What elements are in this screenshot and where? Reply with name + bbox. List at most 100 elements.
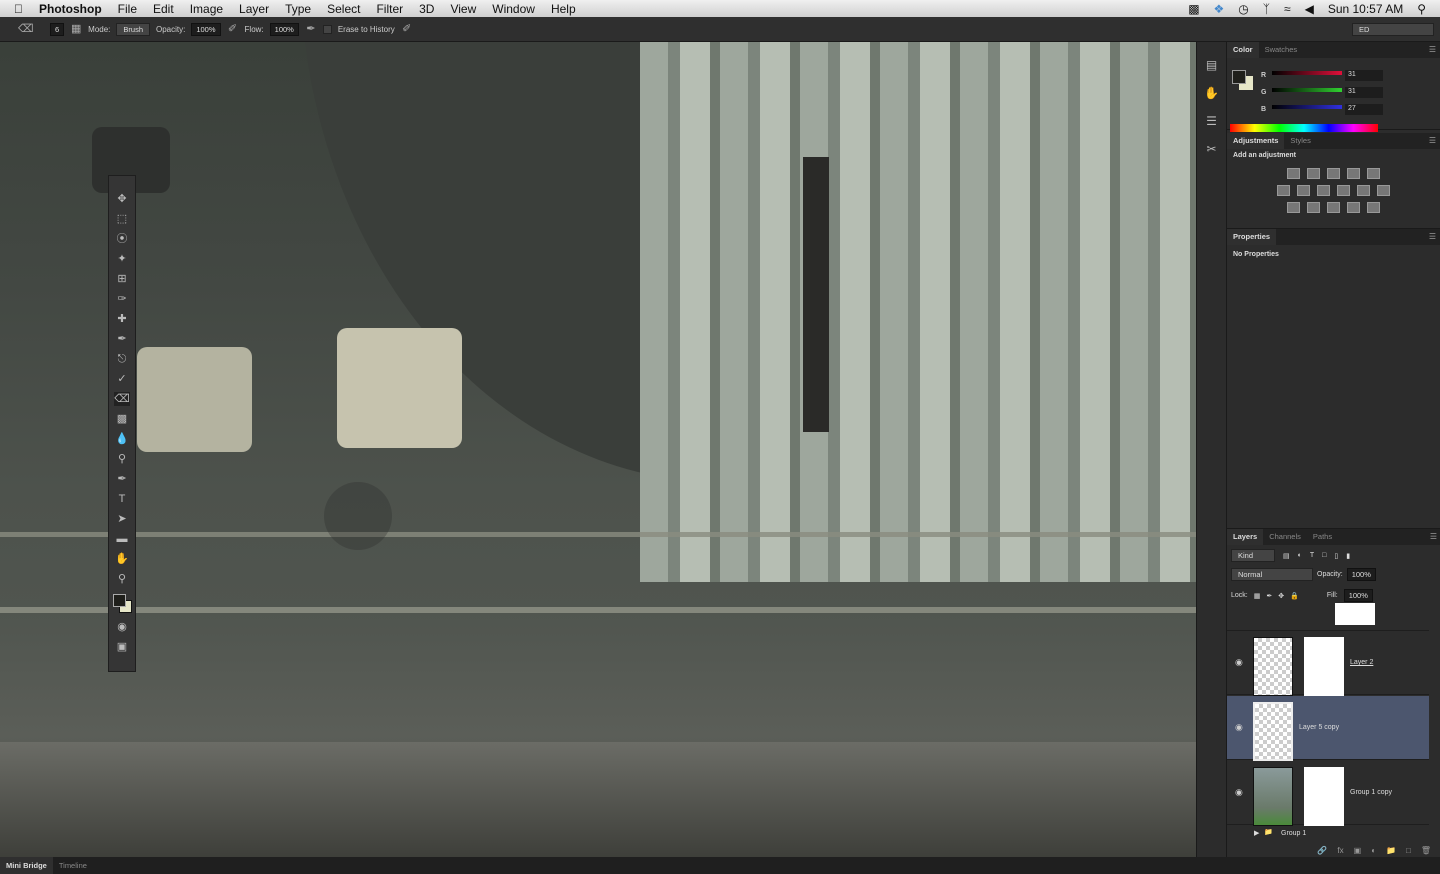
hue-saturation-icon[interactable] (1277, 185, 1290, 196)
brush-presets-icon[interactable]: ☰ (1203, 114, 1221, 132)
erase-history-checkbox[interactable] (322, 24, 332, 34)
bluetooth-icon[interactable]: ᛉ (1263, 2, 1270, 16)
marquee-tool-icon[interactable]: ⬚ (114, 212, 130, 226)
visibility-eye-icon[interactable]: ◉ (1235, 787, 1243, 798)
apple-icon[interactable]:  (0, 2, 31, 16)
eraser-tool-icon[interactable]: ⌫ (114, 392, 130, 406)
fill-input[interactable]: 100% (1343, 589, 1373, 602)
delete-layer-icon[interactable]: 🗑 (1421, 846, 1431, 855)
lock-pixels-icon[interactable]: ✒ (1266, 592, 1272, 600)
tool-presets-icon[interactable]: ✂ (1203, 142, 1221, 160)
menu-image[interactable]: Image (182, 2, 231, 16)
dodge-tool-icon[interactable]: ⚲ (114, 452, 130, 466)
visibility-eye-icon[interactable]: ◉ (1235, 657, 1243, 668)
menu-view[interactable]: View (442, 2, 484, 16)
filter-type-icon[interactable]: T (1310, 552, 1314, 559)
new-adjustment-icon[interactable]: ◐ (1371, 846, 1376, 855)
blur-tool-icon[interactable]: 💧 (114, 432, 130, 446)
layer-name[interactable]: Layer 5 copy (1299, 724, 1339, 731)
zoom-tool-icon[interactable]: ⚲ (114, 572, 130, 586)
panel-menu-icon[interactable]: ☰ (1430, 532, 1437, 541)
gradient-tool-icon[interactable]: ▩ (114, 412, 130, 426)
lock-position-icon[interactable]: ✥ (1278, 592, 1284, 600)
healing-brush-tool-icon[interactable]: ✚ (114, 312, 130, 326)
panel-menu-icon[interactable]: ☰ (1429, 232, 1436, 241)
opacity-input[interactable]: 100% (191, 22, 221, 36)
tab-adjustments[interactable]: Adjustments (1227, 133, 1285, 149)
tab-layers[interactable]: Layers (1227, 529, 1264, 545)
selective-color-icon[interactable] (1347, 202, 1360, 213)
panel-menu-icon[interactable]: ☰ (1429, 45, 1436, 54)
color-lookup-icon[interactable] (1377, 185, 1390, 196)
layer-name[interactable]: Layer 2 (1350, 659, 1373, 666)
r-slider[interactable] (1272, 71, 1342, 75)
fg-color-chip[interactable] (1232, 70, 1246, 84)
filter-toggle[interactable]: ▮ (1346, 552, 1350, 560)
menu-edit[interactable]: Edit (145, 2, 182, 16)
filter-smart-icon[interactable]: ▯ (1334, 552, 1338, 560)
vibrance-icon[interactable] (1367, 168, 1380, 179)
pressure-opacity-icon[interactable]: ✐ (227, 23, 239, 35)
flow-input[interactable]: 100% (269, 22, 299, 36)
brightness-icon[interactable] (1287, 168, 1300, 179)
color-balance-icon[interactable] (1297, 185, 1310, 196)
layer-row-selected[interactable]: ◉ Layer 5 copy (1227, 696, 1429, 761)
posterize-icon[interactable] (1307, 202, 1320, 213)
type-tool-icon[interactable]: T (114, 492, 130, 506)
b-slider[interactable] (1272, 105, 1342, 109)
tab-timeline[interactable]: Timeline (53, 857, 93, 874)
color-spectrum[interactable] (1230, 124, 1378, 132)
layer-filter-kind[interactable]: Kind (1231, 549, 1275, 562)
group-row[interactable]: ▶ 📁 Group 1 (1227, 826, 1429, 841)
airbrush-icon[interactable]: ✒ (305, 23, 317, 35)
layer-row[interactable]: ◉ Group 1 copy (1227, 761, 1429, 826)
path-selection-tool-icon[interactable]: ➤ (114, 512, 130, 526)
actions-icon[interactable]: ✋ (1203, 86, 1221, 104)
camera-icon[interactable]: ▩ (1188, 2, 1199, 16)
menu-type[interactable]: Type (277, 2, 319, 16)
layer-opacity-input[interactable]: 100% (1346, 568, 1376, 581)
filter-pixel-icon[interactable]: ▤ (1283, 552, 1290, 560)
b-input[interactable]: 27 (1345, 104, 1383, 115)
layer-name[interactable]: Group 1 copy (1350, 789, 1392, 796)
menu-window[interactable]: Window (484, 2, 543, 16)
g-input[interactable]: 31 (1345, 87, 1383, 98)
layer-row[interactable]: ◉ Layer 2 (1227, 631, 1429, 696)
tab-styles[interactable]: Styles (1284, 133, 1316, 149)
visibility-eye-icon[interactable]: ◉ (1235, 722, 1243, 733)
brush-panel-icon[interactable]: ▦ (70, 23, 82, 35)
photo-filter-icon[interactable] (1337, 185, 1350, 196)
panel-menu-icon[interactable]: ☰ (1429, 136, 1436, 145)
new-group-icon[interactable]: 📁 (1386, 846, 1396, 855)
history-brush-tool-icon[interactable]: ✓ (114, 372, 130, 386)
brush-size-picker[interactable]: 6 (50, 22, 65, 36)
link-layers-icon[interactable]: 🔗 (1317, 846, 1327, 855)
menu-3d[interactable]: 3D (411, 2, 442, 16)
menu-layer[interactable]: Layer (231, 2, 277, 16)
fx-icon[interactable]: fx (1337, 846, 1343, 855)
rectangle-tool-icon[interactable]: ▬ (114, 532, 130, 546)
filter-adjustment-icon[interactable]: ◐ (1298, 552, 1302, 559)
dropbox-icon[interactable]: ❖ (1214, 2, 1225, 16)
eyedropper-tool-icon[interactable]: ✑ (114, 292, 130, 306)
brush-tool-icon[interactable]: ✒ (114, 332, 130, 346)
exposure-icon[interactable] (1347, 168, 1360, 179)
spotlight-icon[interactable]: ⚲ (1417, 2, 1426, 16)
screen-mode-icon[interactable]: ▣ (114, 640, 130, 654)
menu-app[interactable]: Photoshop (31, 2, 110, 16)
r-input[interactable]: 31 (1345, 70, 1383, 81)
wifi-icon[interactable]: ≈ (1284, 2, 1291, 16)
curves-icon[interactable] (1327, 168, 1340, 179)
channel-mixer-icon[interactable] (1357, 185, 1370, 196)
filter-shape-icon[interactable]: □ (1322, 552, 1326, 559)
magic-wand-tool-icon[interactable]: ✦ (114, 252, 130, 266)
lasso-tool-icon[interactable]: ⦿ (114, 232, 130, 246)
levels-icon[interactable] (1307, 168, 1320, 179)
expand-triangle-icon[interactable]: ▶ (1254, 829, 1259, 837)
tab-color[interactable]: Color (1227, 42, 1259, 58)
tab-mini-bridge[interactable]: Mini Bridge (0, 857, 53, 874)
eraser-tool-icon[interactable]: ⌫ (18, 23, 34, 35)
quick-mask-icon[interactable]: ◉ (114, 620, 130, 634)
tab-properties[interactable]: Properties (1227, 229, 1277, 245)
blend-mode-select[interactable]: Normal (1231, 568, 1313, 581)
